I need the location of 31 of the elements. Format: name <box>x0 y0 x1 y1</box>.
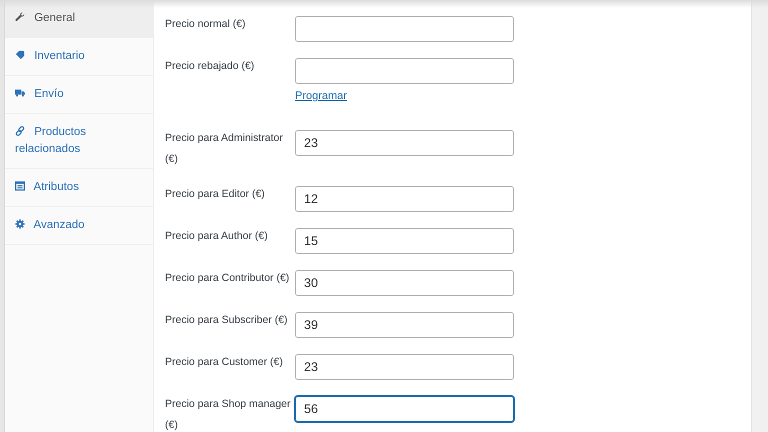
price-input[interactable]: 56 <box>295 396 514 422</box>
price-input[interactable]: 12 <box>295 186 514 212</box>
sidebar-tab[interactable]: Atributos <box>5 169 153 207</box>
price-input[interactable]: 23 <box>295 354 514 380</box>
field-label: Precio para Administrator (€) <box>165 131 284 167</box>
table-icon <box>15 181 25 191</box>
sidebar-tab[interactable]: General <box>5 0 153 38</box>
wrench-icon <box>15 12 25 22</box>
field-label: Precio rebajado (€) <box>165 59 256 74</box>
sidebar-tab[interactable]: Avanzado <box>5 207 153 245</box>
schedule-link[interactable]: Programar <box>295 88 347 104</box>
price-input[interactable]: 15 <box>295 228 514 254</box>
link-icon <box>15 126 25 136</box>
sidebar-tab[interactable]: Envío <box>5 76 153 114</box>
price-input[interactable] <box>295 16 514 42</box>
sidebar-tab[interactable]: Productos relacionados <box>5 114 153 169</box>
field-label: Precio para Shop manager (€) <box>165 397 292 432</box>
field-label: Precio para Subscriber (€) <box>165 313 289 328</box>
field-label: Precio normal (€) <box>165 17 247 32</box>
gear-icon <box>15 219 25 229</box>
price-input[interactable] <box>295 58 514 84</box>
sidebar-tab[interactable]: Inventario <box>5 38 153 76</box>
price-input[interactable]: 39 <box>295 312 514 338</box>
field-label: Precio para Author (€) <box>165 229 269 244</box>
price-input[interactable]: 30 <box>295 270 514 296</box>
field-label: Precio para Customer (€) <box>165 355 284 370</box>
tag-icon <box>15 50 25 60</box>
truck-icon <box>15 88 25 98</box>
field-label: Precio para Contributor (€) <box>165 271 290 286</box>
price-input[interactable]: 23 <box>295 130 514 156</box>
field-label: Precio para Editor (€) <box>165 187 266 202</box>
